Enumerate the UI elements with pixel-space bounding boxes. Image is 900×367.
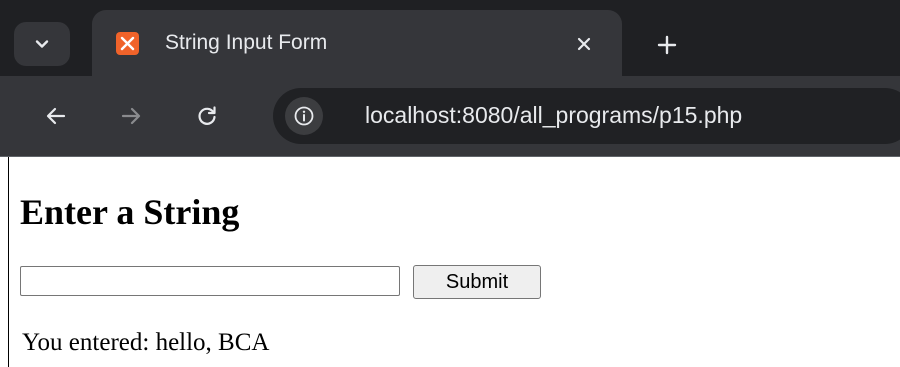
tab-title: String Input Form — [165, 31, 328, 54]
browser-toolbar: localhost:8080/all_programs/p15.php — [0, 76, 900, 156]
url-text[interactable]: localhost:8080/all_programs/p15.php — [365, 102, 742, 129]
forward-button[interactable] — [111, 96, 151, 136]
page-heading: Enter a String — [20, 192, 240, 232]
page-content: Enter a String Submit You entered: hello… — [0, 157, 900, 367]
address-bar[interactable]: localhost:8080/all_programs/p15.php — [273, 88, 900, 144]
chevron-down-icon — [35, 40, 49, 48]
active-tab[interactable]: String Input Form — [92, 10, 622, 76]
new-tab-button[interactable] — [650, 28, 684, 62]
reload-button[interactable] — [187, 96, 227, 136]
tab-search-button[interactable] — [14, 22, 70, 66]
tab-strip: String Input Form — [0, 0, 900, 76]
plus-icon — [657, 35, 677, 55]
close-tab-button[interactable] — [570, 30, 598, 58]
close-icon — [577, 37, 591, 51]
site-info-button[interactable] — [285, 97, 323, 135]
string-input[interactable] — [20, 266, 400, 296]
result-text: You entered: hello, BCA — [22, 329, 269, 357]
back-button[interactable] — [36, 96, 76, 136]
reload-icon — [198, 106, 216, 125]
xampp-icon — [116, 32, 139, 55]
result-label: You entered: — [22, 329, 156, 356]
page-edge — [8, 157, 9, 367]
submit-button[interactable]: Submit — [413, 265, 541, 299]
back-arrow-icon — [46, 107, 66, 125]
forward-arrow-icon — [121, 107, 141, 125]
result-value: hello, BCA — [155, 329, 270, 356]
info-icon — [294, 106, 314, 126]
